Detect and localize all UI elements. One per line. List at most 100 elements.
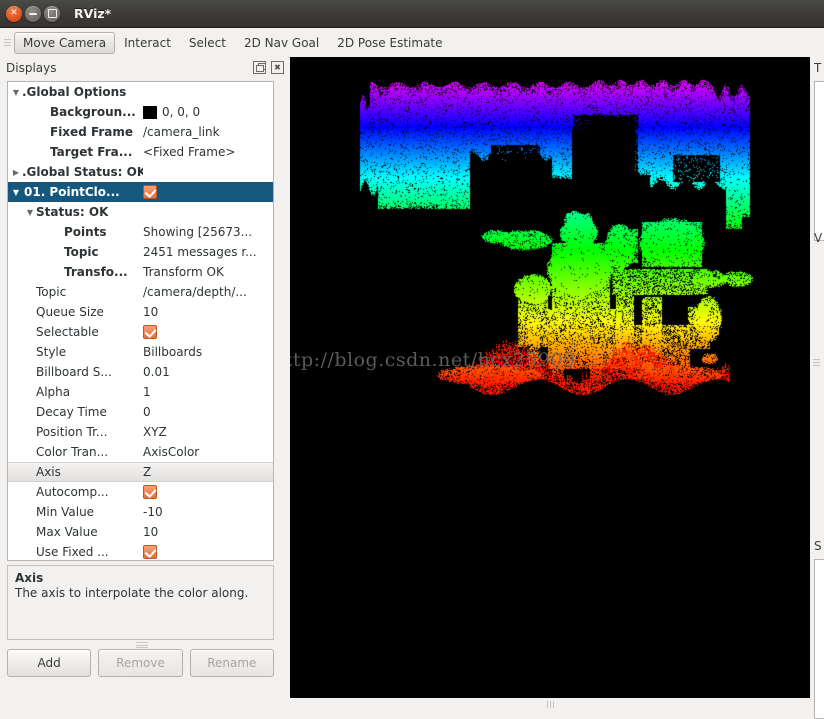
tree-row-value[interactable]: XYZ	[143, 425, 273, 439]
right-dock-grip[interactable]	[813, 357, 820, 367]
tool-interact[interactable]: Interact	[115, 32, 180, 54]
tree-row-value[interactable]: 2451 messages r...	[143, 245, 273, 259]
tree-row[interactable]: Axis Z	[8, 462, 273, 482]
checkbox-checked[interactable]	[143, 325, 157, 339]
float-icon[interactable]	[253, 61, 266, 74]
tree-value-text: /camera_link	[143, 125, 220, 139]
tree-row[interactable]: ▼ 01. PointClo...	[8, 182, 273, 202]
chevron-down-icon[interactable]: ▼	[24, 208, 36, 217]
viewport-splitter-grip[interactable]	[544, 701, 556, 708]
tree-row[interactable]: Decay Time 0	[8, 402, 273, 422]
tree-row-value[interactable]	[143, 545, 273, 559]
views-panel-label[interactable]: V	[814, 231, 822, 245]
tree-row-value[interactable]: Transform OK	[143, 265, 273, 279]
tool-2d-nav-goal[interactable]: 2D Nav Goal	[235, 32, 328, 54]
maximize-button[interactable]	[44, 5, 60, 22]
tree-row[interactable]: Billboard S... 0.01	[8, 362, 273, 382]
tree-row-key: Axis	[36, 465, 61, 479]
tree-row-value[interactable]: 0.01	[143, 365, 273, 379]
tree-row[interactable]: ▼ Status: OK	[8, 202, 273, 222]
rename-button[interactable]: Rename	[189, 649, 274, 677]
tree-row-value[interactable]: 1	[143, 385, 273, 399]
tool-2d-pose-estimate[interactable]: 2D Pose Estimate	[328, 32, 451, 54]
description-box: Axis The axis to interpolate the color a…	[7, 565, 274, 640]
tree-row-key: Queue Size	[36, 305, 104, 319]
tree-row-value[interactable]: 0, 0, 0	[143, 105, 273, 119]
minimize-button[interactable]	[25, 5, 41, 22]
tree-row-value[interactable]	[143, 325, 273, 339]
checkbox-checked[interactable]	[143, 545, 157, 559]
tree-value-text: 1	[143, 385, 151, 399]
time-panel-label[interactable]: T	[814, 61, 821, 75]
tree-row[interactable]: Points Showing [25673...	[8, 222, 273, 242]
tree-row[interactable]: Min Value -10	[8, 502, 273, 522]
tree-value-text: 0	[143, 405, 151, 419]
tree-row[interactable]: ▼ .Global Options	[8, 82, 273, 102]
tree-row-value[interactable]	[143, 485, 273, 499]
point-cloud-canvas[interactable]	[290, 57, 810, 698]
tree-row-key: Status: OK	[36, 205, 109, 219]
tree-row[interactable]: Fixed Frame/camera_link	[8, 122, 273, 142]
tree-row-value[interactable]: -10	[143, 505, 273, 519]
color-swatch[interactable]	[143, 105, 157, 119]
selection-panel-label[interactable]: S	[814, 539, 822, 553]
tree-row-key: Decay Time	[36, 405, 107, 419]
tree-value-text: Billboards	[143, 345, 203, 359]
tree-row[interactable]: Max Value 10	[8, 522, 273, 542]
panel-splitter-grip[interactable]	[136, 642, 148, 649]
tree-row-value[interactable]: Z	[143, 465, 273, 479]
tree-row[interactable]: Transfo... Transform OK	[8, 262, 273, 282]
description-title: Axis	[15, 571, 44, 585]
tree-row[interactable]: Selectable	[8, 322, 273, 342]
tree-row-key: Selectable	[36, 325, 99, 339]
tree-row-value[interactable]: AxisColor	[143, 445, 273, 459]
tree-row-value[interactable]	[143, 185, 273, 199]
remove-button[interactable]: Remove	[98, 649, 183, 677]
checkbox-checked[interactable]	[143, 485, 157, 499]
tree-row-value[interactable]: <Fixed Frame>	[143, 145, 273, 159]
window-titlebar: ✕ RViz*	[0, 0, 824, 28]
add-button[interactable]: Add	[7, 649, 92, 677]
tree-row[interactable]: Autocomp...	[8, 482, 273, 502]
chevron-right-icon[interactable]: ▶	[10, 168, 22, 177]
tree-row-key: Backgroun...	[50, 105, 136, 119]
close-button[interactable]: ✕	[6, 5, 22, 22]
render-viewport-3d[interactable]: http://blog.csdn.net/hcx25909	[290, 57, 810, 698]
tree-row-value[interactable]: 10	[143, 525, 273, 539]
tree-row-value[interactable]: 0	[143, 405, 273, 419]
chevron-down-icon[interactable]: ▼	[10, 88, 22, 97]
tree-value-text: 0.01	[143, 365, 170, 379]
tool-select[interactable]: Select	[180, 32, 235, 54]
tree-value-text: AxisColor	[143, 445, 200, 459]
tree-row-value[interactable]: /camera_link	[143, 125, 273, 139]
tree-row-value[interactable]: Billboards	[143, 345, 273, 359]
tree-row[interactable]: Topic/camera/depth/...	[8, 282, 273, 302]
tree-row-key: Topic	[64, 245, 99, 259]
tool-move-camera[interactable]: Move Camera	[14, 31, 116, 54]
tree-row[interactable]: Target Fra... <Fixed Frame>	[8, 142, 273, 162]
tree-value-text: 0, 0, 0	[162, 105, 201, 119]
tree-row-key: Color Tran...	[36, 445, 109, 459]
tree-row[interactable]: Topic 2451 messages r...	[8, 242, 273, 262]
displays-tree[interactable]: ▼ .Global Options Backgroun... 0, 0, 0 Fixed…	[7, 81, 274, 561]
tree-row[interactable]: Use Fixed ...	[8, 542, 273, 560]
tree-row[interactable]: Position Tr... XYZ	[8, 422, 273, 442]
tree-value-text: <Fixed Frame>	[143, 145, 236, 159]
tree-row-value[interactable]: 10	[143, 305, 273, 319]
tree-row-key: Style	[36, 345, 67, 359]
tree-value-text: XYZ	[143, 425, 167, 439]
tree-row-value[interactable]: Showing [25673...	[143, 225, 273, 239]
tree-row-key: Points	[64, 225, 107, 239]
time-panel-body	[814, 81, 824, 241]
tree-row[interactable]: ▶ .Global Status: OK	[8, 162, 273, 182]
tree-row-key: .Global Options	[22, 85, 127, 99]
tree-row-value[interactable]: /camera/depth/...	[143, 285, 273, 299]
checkbox-checked[interactable]	[143, 185, 157, 199]
toolbar-grip[interactable]	[4, 35, 11, 51]
tree-row[interactable]: Color Tran... AxisColor	[8, 442, 273, 462]
tree-row[interactable]: Style Billboards	[8, 342, 273, 362]
tree-row[interactable]: Alpha 1	[8, 382, 273, 402]
close-icon[interactable]: ✖	[271, 61, 284, 74]
tree-row[interactable]: Backgroun... 0, 0, 0	[8, 102, 273, 122]
tree-row[interactable]: Queue Size 10	[8, 302, 273, 322]
